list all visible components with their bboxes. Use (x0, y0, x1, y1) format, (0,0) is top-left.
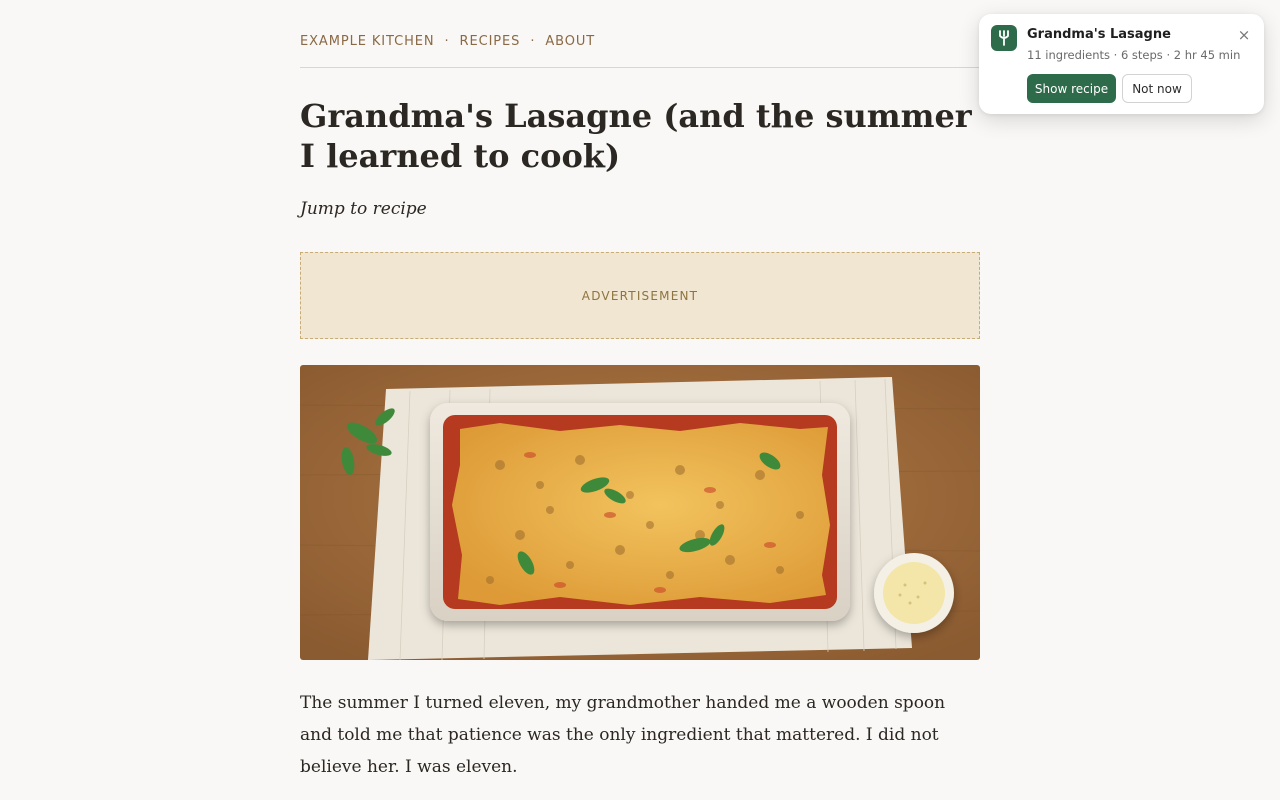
nav-separator: · (530, 34, 536, 49)
lasagne-photo (300, 365, 980, 660)
nav-about-link[interactable]: ABOUT (545, 34, 595, 49)
notification-title: Grandma's Lasagne (1027, 27, 1171, 42)
nav-separator: · (444, 34, 450, 49)
jump-to-recipe-link[interactable]: Jump to recipe (300, 199, 427, 219)
hero-image (300, 365, 980, 660)
advertisement-label: ADVERTISEMENT (581, 288, 699, 303)
top-nav: EXAMPLE KITCHEN · RECIPES · ABOUT (300, 34, 980, 68)
show-recipe-button[interactable]: Show recipe (1027, 74, 1116, 103)
advertisement-slot[interactable]: ADVERTISEMENT (300, 252, 980, 339)
article-title: Grandma's Lasagne (and the summer I lear… (300, 97, 972, 175)
notification-subtitle: 11 ingredients · 6 steps · 2 hr 45 min (1027, 48, 1241, 62)
close-icon[interactable]: × (1236, 27, 1252, 43)
article-paragraph: The summer I turned eleven, my grandmoth… (300, 693, 946, 777)
nav-recipes-link[interactable]: RECIPES (460, 34, 521, 49)
recipe-notification: Grandma's Lasagne 11 ingredients · 6 ste… (979, 14, 1264, 114)
nav-home-link[interactable]: EXAMPLE KITCHEN (300, 34, 435, 49)
fork-icon (991, 25, 1017, 51)
not-now-button[interactable]: Not now (1122, 74, 1192, 103)
